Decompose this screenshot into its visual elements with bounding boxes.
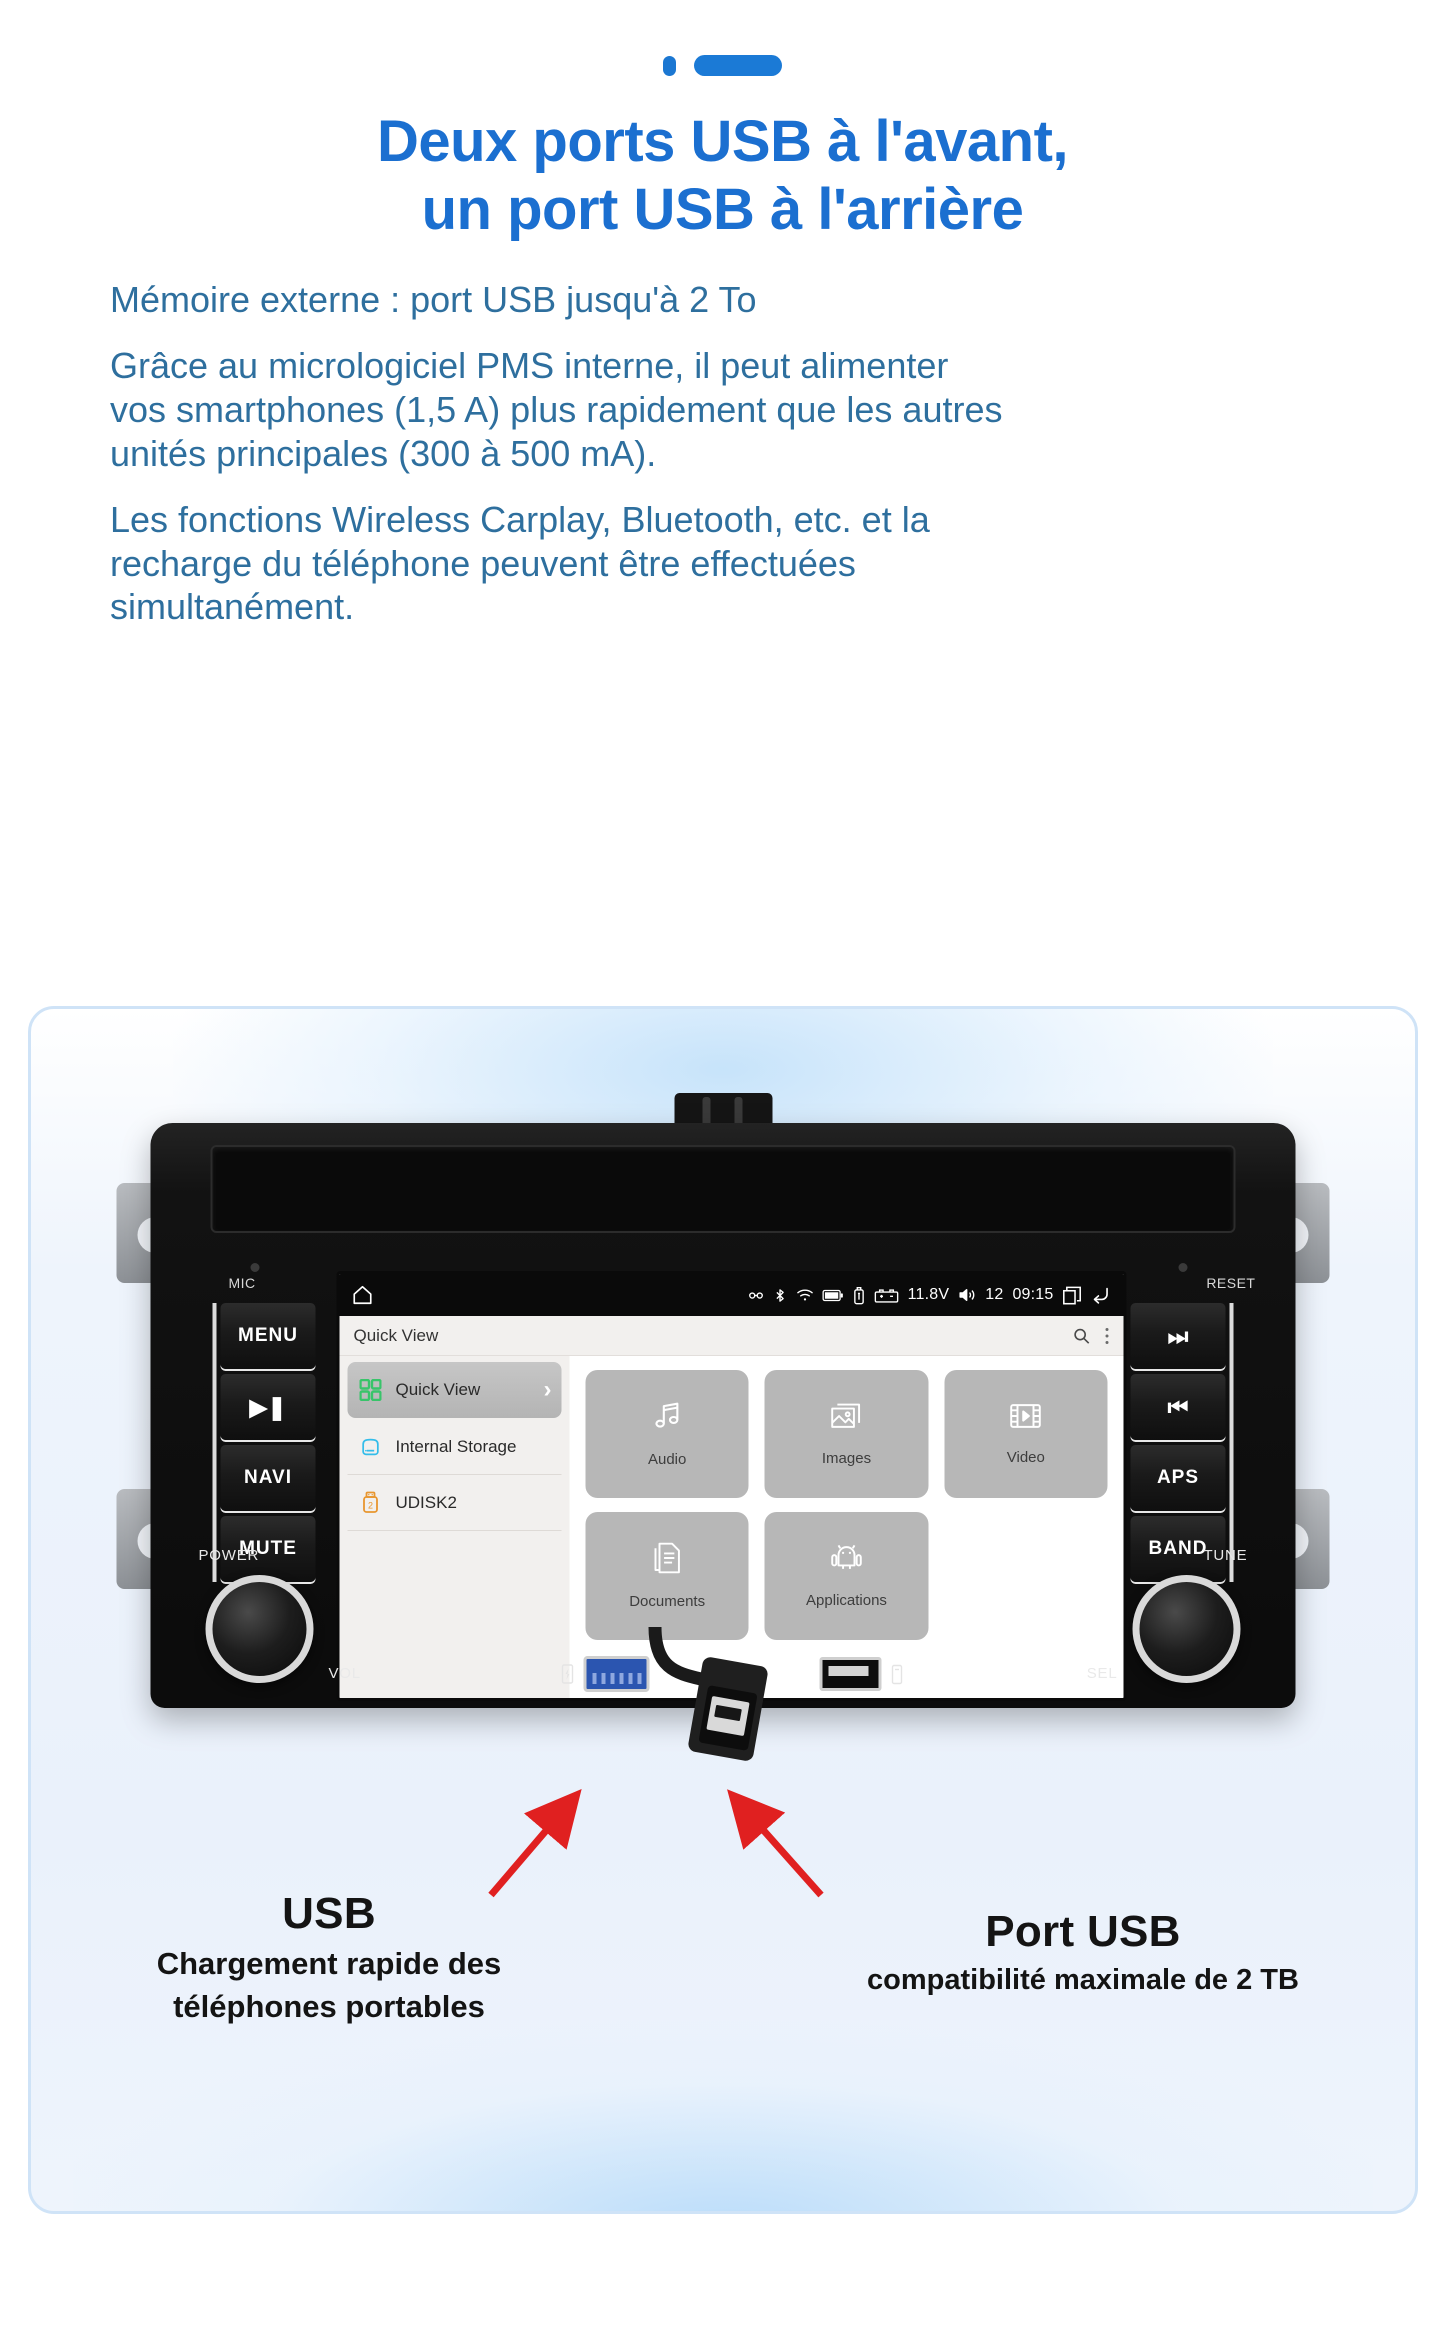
navi-button[interactable]: NAVI	[220, 1445, 316, 1511]
otg-cable-illustration	[648, 1627, 768, 1761]
status-bar: 11.8V 12 09:15	[339, 1274, 1124, 1316]
chevron-right-icon: ›	[543, 1376, 552, 1403]
documents-icon	[652, 1542, 682, 1579]
bottom-glow	[73, 2021, 1373, 2211]
tile-audio[interactable]: Audio	[585, 1370, 749, 1498]
paragraph-3-line-3: simultanément.	[110, 586, 355, 628]
paragraph-1: Mémoire externe : port USB jusqu'à 2 To	[110, 278, 1390, 322]
tile-video[interactable]: Video	[944, 1370, 1108, 1498]
usb-port-icon	[891, 1664, 902, 1685]
film-icon	[1010, 1402, 1042, 1435]
sidebar-item-internal-storage[interactable]: Internal Storage	[347, 1419, 562, 1475]
wifi-icon	[797, 1288, 814, 1303]
callout-right-sub-line-1: compatibilité maximale de 2 TB	[867, 1964, 1299, 1996]
promo-page: Deux ports USB à l'avant, un port USB à …	[0, 0, 1445, 2329]
clock: 09:15	[1012, 1286, 1054, 1303]
sidebar-item-label: UDISK2	[395, 1492, 457, 1512]
tile-label: Images	[821, 1450, 872, 1467]
volume-level: 12	[985, 1286, 1004, 1303]
paragraph-2-line-3: unités principales (300 à 500 mA).	[110, 432, 657, 474]
voltage-reading: 11.8V	[907, 1286, 950, 1303]
sidebar-item-quick-view[interactable]: Quick View ›	[347, 1362, 562, 1418]
tile-documents[interactable]: Documents	[585, 1512, 749, 1640]
tile-applications[interactable]: Applications	[764, 1512, 929, 1640]
usb2-port-black[interactable]	[819, 1657, 881, 1691]
hard-drive-icon	[358, 1436, 384, 1458]
aps-button[interactable]: APS	[1130, 1445, 1226, 1511]
sidebar-item-label: Internal Storage	[395, 1436, 517, 1456]
callout-left-title: USB	[282, 1889, 376, 1938]
badge-dot-icon	[663, 55, 676, 76]
callout-right-title: Port USB	[985, 1907, 1181, 1956]
headline-line-1: Deux ports USB à l'avant,	[376, 109, 1069, 174]
badge-decoration	[0, 55, 1445, 76]
bluetooth-icon	[773, 1287, 788, 1304]
callout-left-sub-line-1: Chargement rapide des	[156, 1946, 502, 1981]
link-icon	[749, 1288, 764, 1303]
home-icon[interactable]	[352, 1284, 374, 1306]
paragraph-3-line-1: Les fonctions Wireless Carplay, Bluetoot…	[110, 498, 930, 540]
right-button-column: ⏭ ⏮ APS BAND	[1130, 1303, 1234, 1582]
arrow-to-usb3	[488, 1789, 582, 1898]
grid-icon	[358, 1379, 384, 1401]
arrow-to-usb-otg	[727, 1789, 824, 1898]
svg-text:2: 2	[368, 1500, 373, 1510]
mic-hole-icon	[250, 1263, 260, 1272]
power-volume-knob[interactable]	[205, 1575, 314, 1683]
callout-left: USB Chargement rapide des téléphones por…	[69, 1889, 589, 2025]
tile-images[interactable]: Images	[764, 1370, 929, 1498]
tune-select-knob[interactable]	[1132, 1575, 1241, 1683]
android-icon	[830, 1543, 862, 1578]
headline-line-2: un port USB à l'arrière	[421, 177, 1024, 243]
paragraph-2-line-2: vos smartphones (1,5 A) plus rapidement …	[110, 388, 1003, 430]
top-bracket-clip	[674, 1093, 772, 1127]
app-bar: Quick View	[339, 1316, 1124, 1356]
fast-charge-icon	[561, 1663, 573, 1685]
callout-left-sub-line-2: téléphones portables	[173, 1989, 485, 2025]
app-bar-title: Quick View	[353, 1325, 439, 1345]
unit-bezel: MIC RESET MENU ▶❚ NAVI MUTE ⏭ ⏮ APS BAND	[150, 1123, 1296, 1708]
mic-label: MIC	[228, 1275, 256, 1291]
previous-track-button[interactable]: ⏮	[1130, 1374, 1226, 1440]
tile-label: Audio	[647, 1451, 687, 1468]
tune-label: TUNE	[1203, 1547, 1248, 1564]
top-vent-slot	[210, 1145, 1236, 1233]
usb-2-icon: 2	[358, 1491, 384, 1515]
next-track-button[interactable]: ⏭	[1130, 1303, 1226, 1369]
paragraph-2-line-1: Grâce au micrologiciel PMS interne, il p…	[110, 344, 949, 386]
battery-icon	[822, 1289, 844, 1302]
music-note-icon	[651, 1400, 683, 1437]
page-title: Deux ports USB à l'avant, un port USB à …	[0, 108, 1445, 245]
play-pause-button[interactable]: ▶❚	[220, 1374, 316, 1440]
tile-label: Video	[1006, 1449, 1045, 1466]
reset-hole-icon[interactable]	[1178, 1263, 1188, 1272]
power-label: POWER	[198, 1547, 260, 1564]
paragraph-3: Les fonctions Wireless Carplay, Bluetoot…	[110, 498, 1390, 630]
sidebar-item-label: Quick View	[395, 1380, 481, 1399]
more-vertical-icon[interactable]	[1105, 1327, 1110, 1345]
body-copy: Mémoire externe : port USB jusqu'à 2 To …	[110, 278, 1390, 629]
tile-label: Documents	[629, 1593, 706, 1610]
paragraph-3-line-2: recharge du téléphone peuvent être effec…	[110, 542, 856, 584]
tile-label: Applications	[806, 1592, 887, 1609]
callout-right: Port USB compatibilité maximale de 2 TB	[763, 1907, 1403, 1998]
menu-button[interactable]: MENU	[220, 1303, 316, 1369]
photo-icon	[830, 1401, 862, 1436]
car-battery-icon	[874, 1288, 899, 1303]
product-illustration-card: MIC RESET MENU ▶❚ NAVI MUTE ⏭ ⏮ APS BAND	[28, 1006, 1418, 2214]
paragraph-2: Grâce au micrologiciel PMS interne, il p…	[110, 344, 1390, 476]
usb-drive-icon	[853, 1286, 866, 1305]
sel-label: SEL	[1086, 1665, 1118, 1682]
sidebar-item-udisk2[interactable]: 2 UDISK2	[347, 1475, 562, 1531]
search-icon[interactable]	[1073, 1327, 1091, 1345]
vol-label: VOL	[328, 1665, 361, 1682]
recents-icon[interactable]	[1063, 1286, 1082, 1305]
badge-pill-icon	[694, 55, 782, 76]
left-button-column: MENU ▶❚ NAVI MUTE	[212, 1303, 316, 1582]
reset-label: RESET	[1206, 1275, 1256, 1291]
paragraph-1-line-1: Mémoire externe : port USB jusqu'à 2 To	[110, 279, 757, 320]
volume-icon	[958, 1287, 976, 1303]
back-icon[interactable]	[1091, 1286, 1112, 1305]
